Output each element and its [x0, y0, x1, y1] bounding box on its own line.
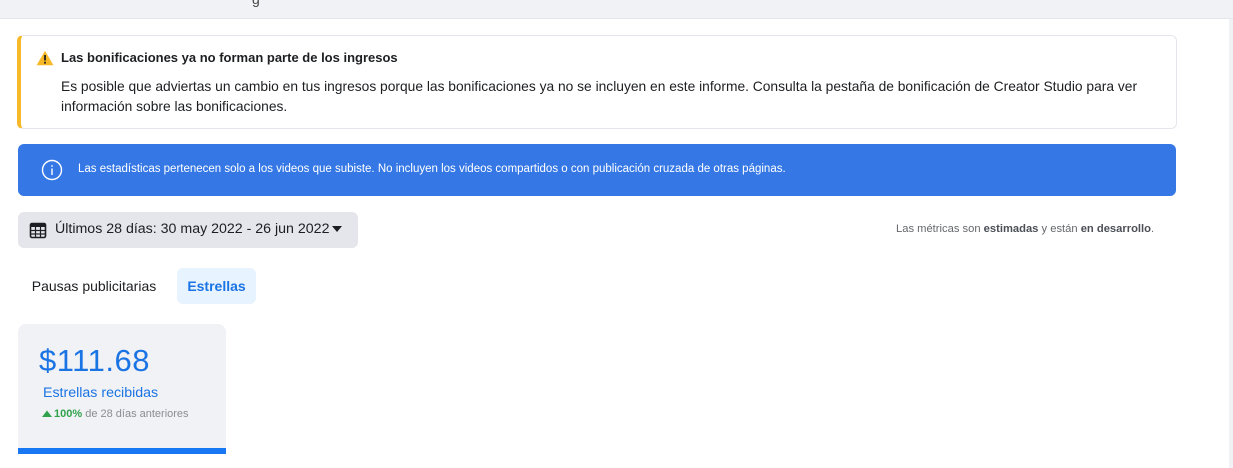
info-banner: Las estadísticas pertenecen solo a los v…	[18, 144, 1176, 196]
note-prefix: Las métricas son	[896, 223, 984, 235]
stars-change: 100% de 28 días anteriores	[42, 408, 189, 420]
arrow-up-icon	[42, 410, 52, 417]
stars-amount: $111.68	[39, 343, 150, 378]
info-circle-icon	[41, 159, 63, 181]
note-in-development: en desarrollo	[1080, 223, 1151, 235]
active-card-indicator	[18, 448, 226, 454]
metrics-estimate-note: Las métricas son estimadas y están en de…	[896, 223, 1154, 235]
info-banner-text: Las estadísticas pertenecen solo a los v…	[78, 163, 786, 175]
right-edge-strip	[1229, 19, 1233, 468]
note-estimated: estimadas	[983, 223, 1039, 235]
change-percent: 100%	[54, 408, 83, 420]
tab-stars[interactable]: Estrellas	[177, 268, 256, 304]
tab-ad-breaks[interactable]: Pausas publicitarias	[18, 268, 170, 304]
top-bar: g	[0, 0, 1233, 19]
page-title-fragment: g	[252, 0, 260, 7]
note-middle: y están	[1038, 223, 1081, 235]
stars-received-label: Estrellas recibidas	[43, 385, 159, 401]
note-suffix: .	[1150, 223, 1155, 235]
stars-stat-card[interactable]: $111.68 Estrellas recibidas 100% de 28 d…	[18, 324, 226, 454]
date-range-selector[interactable]: Últimos 28 días: 30 may 2022 - 26 jun 20…	[18, 212, 358, 248]
calendar-icon	[29, 222, 47, 239]
date-range-label: Últimos 28 días: 30 may 2022 - 26 jun 20…	[55, 221, 330, 237]
warning-title: Las bonificaciones ya no forman parte de…	[61, 50, 398, 65]
change-suffix: de 28 días anteriores	[82, 408, 189, 420]
bonus-warning-banner: Las bonificaciones ya no forman parte de…	[17, 35, 1177, 129]
caret-down-icon	[332, 226, 342, 232]
warning-body: Es posible que adviertas un cambio en tu…	[61, 79, 1138, 114]
warning-triangle-icon	[36, 50, 54, 66]
